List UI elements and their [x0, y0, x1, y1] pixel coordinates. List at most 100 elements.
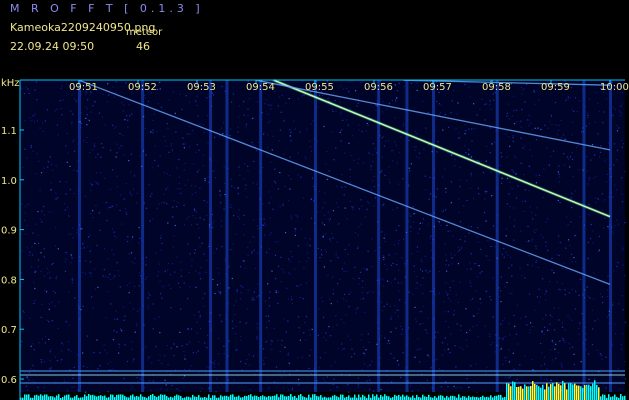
- noise-speck: [90, 182, 92, 184]
- noise-speck: [71, 257, 73, 259]
- noise-speck: [21, 317, 23, 319]
- noise-speck: [447, 386, 449, 388]
- noise-floor-bar: [152, 394, 154, 400]
- noise-speck: [198, 341, 200, 343]
- noise-speck: [34, 242, 36, 244]
- noise-speck: [466, 345, 468, 347]
- noise-speck: [398, 240, 400, 242]
- noise-speck: [585, 125, 587, 127]
- noise-speck: [281, 344, 283, 346]
- noise-speck: [144, 97, 146, 99]
- noise-speck: [194, 192, 196, 194]
- noise-speck: [249, 241, 251, 243]
- noise-speck: [34, 113, 36, 115]
- noise-speck: [390, 331, 392, 333]
- noise-speck: [356, 247, 359, 249]
- noise-speck: [288, 362, 290, 364]
- noise-speck: [442, 210, 444, 212]
- noise-speck: [87, 99, 89, 101]
- noise-speck: [614, 143, 616, 145]
- noise-speck: [534, 309, 536, 311]
- noise-speck: [223, 353, 225, 355]
- noise-speck: [289, 135, 291, 137]
- noise-floor-bar: [594, 380, 596, 400]
- noise-speck: [464, 83, 466, 86]
- noise-speck: [393, 244, 395, 246]
- noise-speck: [410, 215, 412, 217]
- noise-speck: [126, 115, 128, 117]
- noise-speck: [446, 295, 449, 297]
- noise-speck: [177, 188, 179, 190]
- noise-speck: [554, 102, 556, 104]
- noise-speck: [558, 129, 560, 131]
- noise-speck: [201, 387, 203, 389]
- noise-speck: [596, 349, 598, 352]
- noise-floor-bar: [246, 396, 248, 400]
- noise-speck: [235, 349, 237, 351]
- noise-floor-bar: [122, 394, 124, 400]
- noise-speck: [203, 305, 205, 308]
- noise-speck: [415, 156, 418, 158]
- noise-floor-bar: [332, 395, 334, 400]
- noise-floor-bar: [602, 394, 604, 400]
- noise-speck: [396, 360, 399, 362]
- noise-speck: [591, 309, 593, 311]
- noise-speck: [398, 82, 400, 84]
- noise-speck: [289, 260, 291, 262]
- noise-speck: [494, 246, 496, 248]
- noise-speck: [138, 242, 140, 244]
- noise-floor-bar: [138, 396, 140, 400]
- noise-speck: [319, 357, 321, 359]
- noise-speck: [464, 145, 466, 147]
- noise-speck: [60, 107, 62, 109]
- noise-speck: [264, 222, 266, 224]
- noise-speck: [319, 94, 321, 96]
- noise-speck: [508, 136, 510, 138]
- noise-speck: [595, 175, 597, 177]
- noise-speck: [444, 349, 446, 351]
- noise-speck: [194, 252, 196, 254]
- noise-speck: [349, 168, 351, 170]
- noise-speck: [122, 110, 124, 112]
- x-tick-label: 09:51: [69, 82, 98, 93]
- noise-speck: [41, 221, 43, 223]
- noise-speck: [167, 263, 170, 265]
- noise-speck: [31, 379, 33, 381]
- noise-speck: [180, 308, 182, 310]
- noise-speck: [308, 355, 311, 357]
- noise-speck: [331, 108, 333, 110]
- noise-speck: [470, 156, 473, 158]
- noise-speck: [186, 218, 188, 220]
- noise-speck: [265, 99, 267, 101]
- noise-speck: [550, 349, 552, 351]
- noise-speck: [281, 376, 283, 378]
- noise-speck: [275, 182, 277, 184]
- noise-speck: [72, 113, 74, 115]
- noise-speck: [543, 333, 545, 335]
- noise-speck: [72, 227, 74, 229]
- noise-speck: [239, 335, 241, 337]
- noise-speck: [27, 88, 29, 90]
- noise-speck: [243, 214, 245, 216]
- noise-speck: [61, 114, 63, 116]
- noise-speck: [115, 81, 117, 83]
- noise-speck: [243, 101, 245, 103]
- noise-speck: [247, 170, 249, 172]
- noise-speck: [219, 291, 221, 293]
- noise-speck: [165, 145, 167, 147]
- noise-speck: [305, 158, 307, 160]
- noise-floor-bar: [614, 394, 616, 400]
- noise-speck: [485, 103, 487, 105]
- noise-speck: [344, 152, 346, 154]
- noise-speck: [270, 343, 272, 345]
- noise-speck: [27, 389, 29, 392]
- noise-speck: [400, 376, 402, 378]
- noise-speck: [342, 119, 344, 121]
- noise-speck: [170, 347, 172, 349]
- noise-speck: [284, 186, 286, 188]
- noise-speck: [357, 386, 359, 388]
- noise-speck: [408, 220, 410, 222]
- noise-speck: [120, 194, 122, 196]
- noise-speck: [468, 232, 470, 234]
- noise-speck: [102, 147, 104, 149]
